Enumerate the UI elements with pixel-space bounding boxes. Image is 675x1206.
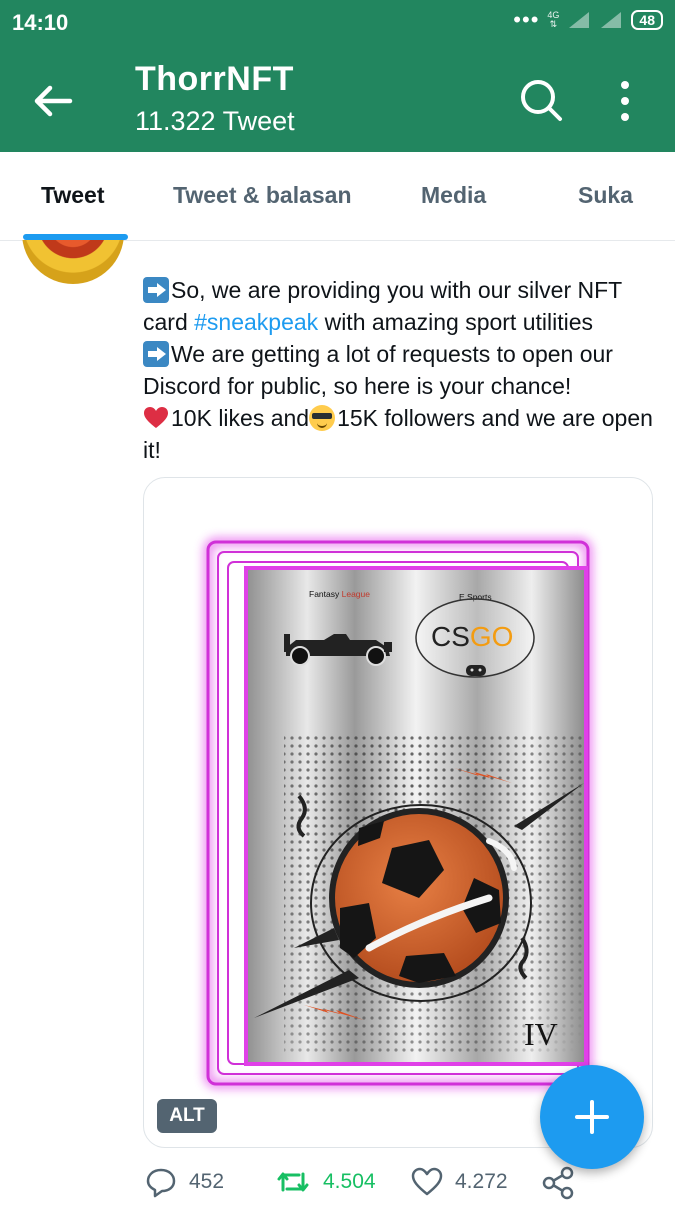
- tweet-media[interactable]: Fantasy League E Sports CSGO IV: [143, 477, 653, 1148]
- tweet-actions: 452 4.504 4.272: [143, 1166, 653, 1206]
- search-icon[interactable]: [517, 76, 565, 124]
- profile-tabs: Tweet Tweet & balasan Media Suka: [0, 152, 675, 241]
- hashtag-link[interactable]: #sneakpeak: [194, 309, 318, 335]
- share-action[interactable]: [541, 1166, 575, 1200]
- tweet-text: So, we are providing you with our silver…: [143, 274, 653, 466]
- tweet-line-2: We are getting a lot of requests to open…: [143, 341, 613, 399]
- gamepad-icon: [466, 665, 486, 676]
- profile-name: ThorrNFT: [135, 60, 294, 98]
- avatar[interactable]: [22, 240, 124, 284]
- back-arrow-icon[interactable]: [30, 78, 76, 124]
- battery-icon: 48: [631, 10, 663, 30]
- app-header: ThorrNFT 11.322 Tweet: [0, 48, 675, 152]
- alt-text-badge[interactable]: ALT: [157, 1099, 217, 1133]
- tab-media[interactable]: Media: [421, 182, 486, 209]
- signal-icon: [569, 12, 590, 28]
- compose-tweet-button[interactable]: [540, 1065, 644, 1169]
- retweet-action[interactable]: 4.504: [275, 1166, 376, 1198]
- status-bar: 14:10 ••• 4G ⇅ 48: [0, 0, 675, 48]
- nft-card-image[interactable]: Fantasy League E Sports CSGO IV: [144, 478, 652, 1147]
- share-icon[interactable]: [541, 1166, 575, 1200]
- like-action[interactable]: 4.272: [411, 1166, 508, 1198]
- more-options-icon[interactable]: [610, 78, 640, 124]
- reply-count: 452: [189, 1170, 225, 1193]
- avatar-container[interactable]: [22, 240, 124, 286]
- retweet-icon[interactable]: [275, 1166, 311, 1198]
- tweet-line-1-end: with amazing sport utilities: [318, 309, 594, 335]
- tweet-paragraph-3: 10K likes and 15K followers and we are op…: [143, 402, 653, 466]
- reply-action[interactable]: 452: [145, 1166, 224, 1198]
- right-arrow-emoji-icon: [143, 341, 169, 367]
- like-count: 4.272: [455, 1170, 508, 1193]
- sunglasses-emoji-icon: [309, 405, 336, 431]
- network-label: 4G: [547, 10, 560, 20]
- tweet-count: 11.322 Tweet: [135, 106, 295, 136]
- reply-icon[interactable]: [145, 1166, 177, 1198]
- tab-tweet[interactable]: Tweet: [41, 182, 104, 209]
- roman-numeral: IV: [524, 1016, 558, 1052]
- network-type: 4G ⇅: [547, 10, 560, 29]
- heart-icon[interactable]: [411, 1166, 443, 1198]
- fantasy-league-label: Fantasy League: [309, 589, 370, 599]
- retweet-count: 4.504: [323, 1170, 376, 1193]
- tweet-paragraph-1: So, we are providing you with our silver…: [143, 274, 653, 338]
- red-heart-emoji-icon: [144, 407, 168, 428]
- notification-dots-icon: •••: [513, 7, 540, 32]
- csgo-logo-text: CSGO: [431, 621, 513, 652]
- tab-likes[interactable]: Suka: [578, 182, 633, 209]
- tweet-line-3a: 10K likes and: [171, 405, 310, 431]
- tweet-paragraph-2: We are getting a lot of requests to open…: [143, 338, 653, 402]
- signal-icon-2: [601, 12, 622, 28]
- tab-tweet-and-replies[interactable]: Tweet & balasan: [173, 182, 352, 209]
- status-time: 14:10: [12, 10, 69, 35]
- right-arrow-emoji-icon: [143, 277, 169, 303]
- status-icons: ••• 4G ⇅ 48: [513, 7, 663, 32]
